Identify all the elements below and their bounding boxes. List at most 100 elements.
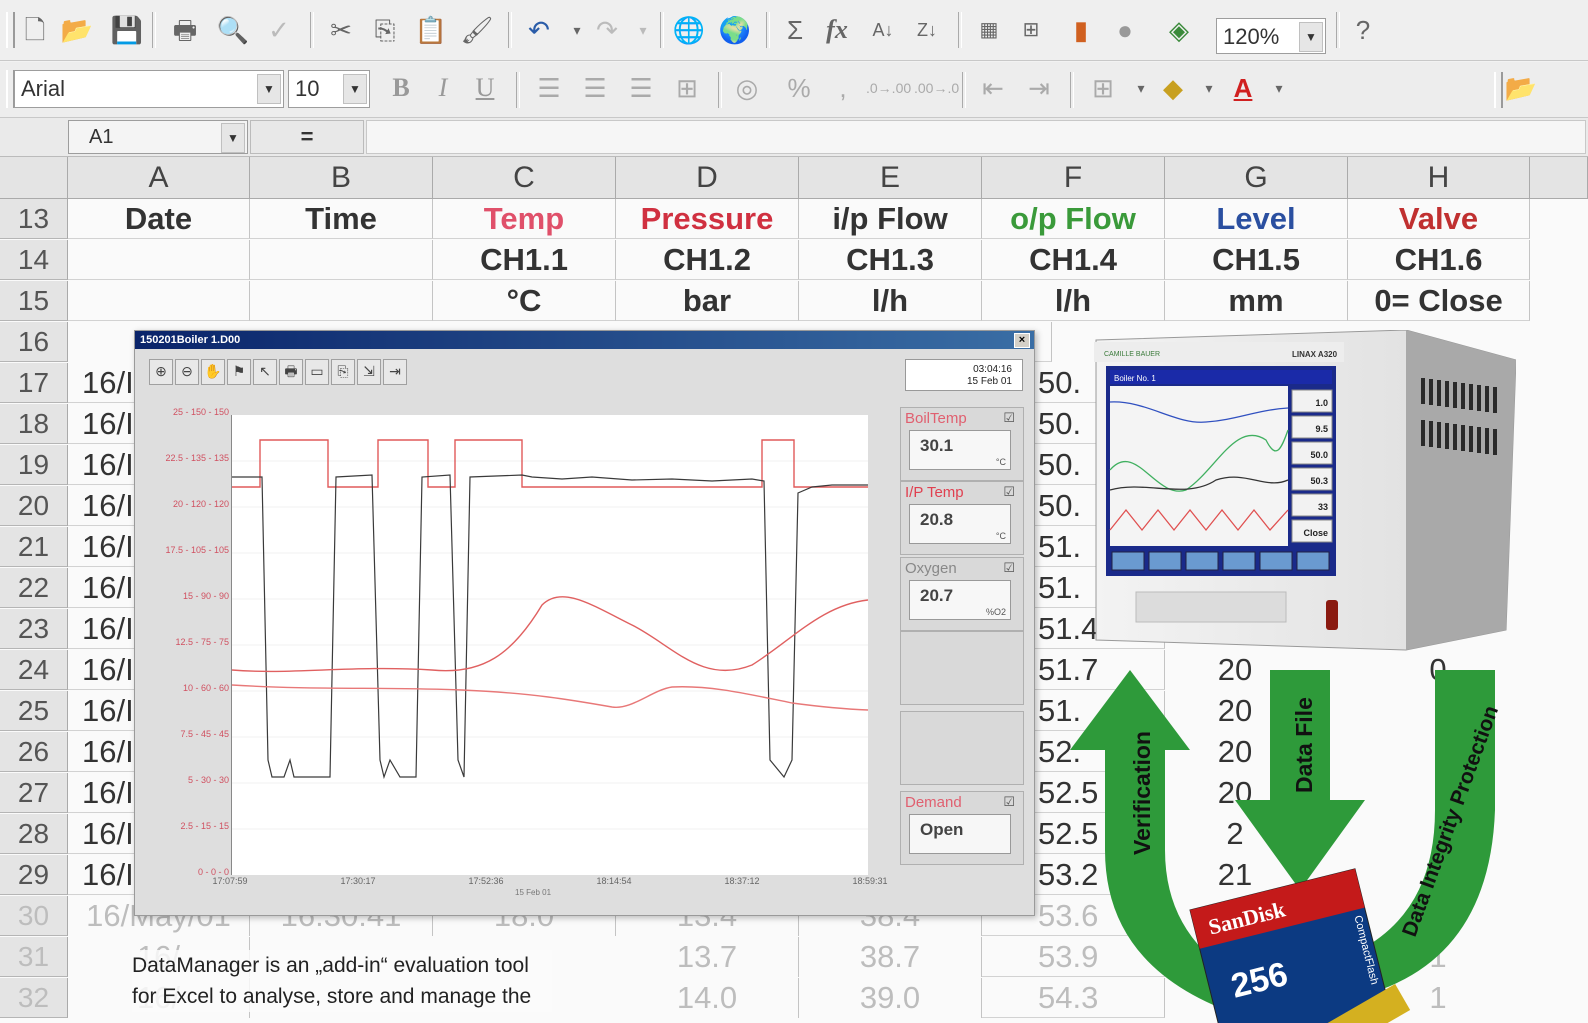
align-right-icon[interactable]: ☰ <box>624 72 658 104</box>
row-header[interactable]: 14 <box>0 240 68 280</box>
date-cell[interactable]: 16/I <box>68 650 138 690</box>
column-header-b[interactable]: B <box>250 157 433 199</box>
date-cell[interactable]: 16/I <box>68 363 138 403</box>
print-preview-icon[interactable]: 🔍 <box>216 14 250 46</box>
help-icon[interactable]: ? <box>1346 14 1380 46</box>
zoom-out-icon[interactable]: ⊖ <box>175 359 199 385</box>
trend-plot-area[interactable] <box>231 415 869 875</box>
device-card-slot[interactable] <box>1135 591 1287 623</box>
sort-ascending-icon[interactable]: A↓ <box>866 14 900 46</box>
formula-input[interactable] <box>366 120 1586 154</box>
cut-icon[interactable]: ✂ <box>324 14 358 46</box>
toolbar-grip[interactable] <box>6 12 15 48</box>
zoom-in-icon[interactable]: ⊕ <box>149 359 173 385</box>
device-softkey[interactable] <box>1222 551 1256 571</box>
header-cell[interactable]: Time <box>250 199 433 239</box>
row-header[interactable]: 13 <box>0 199 68 239</box>
close-icon[interactable]: × <box>1014 333 1030 348</box>
row-header[interactable]: 19 <box>0 445 68 485</box>
column-header-g[interactable]: G <box>1165 157 1348 199</box>
date-cell[interactable]: 16/I <box>68 691 138 731</box>
row-header[interactable]: 30 <box>0 896 68 936</box>
row-header[interactable]: 27 <box>0 773 68 813</box>
decrease-indent-icon[interactable]: ⇤ <box>976 72 1010 104</box>
column-header-a[interactable]: A <box>68 157 250 199</box>
header-cell[interactable] <box>250 240 433 280</box>
map-icon[interactable]: ⊞ <box>1014 14 1048 46</box>
print-icon[interactable]: 🖶 <box>168 14 202 46</box>
date-cell[interactable]: 16/I <box>68 527 138 567</box>
checkbox-icon[interactable]: ☑ <box>1003 560 1015 576</box>
header-cell[interactable]: l/h <box>799 281 982 321</box>
redo-dropdown-icon[interactable]: ▾ <box>626 14 660 46</box>
chevron-down-icon[interactable]: ▼ <box>343 74 367 104</box>
copy-icon[interactable]: ⎘ <box>331 359 355 385</box>
device-softkey[interactable] <box>1259 551 1293 571</box>
pointer-icon[interactable]: ↖ <box>253 359 277 385</box>
channel-iptemp-panel[interactable]: I/P Temp ☑ 20.8 °C <box>900 481 1024 555</box>
channel-demand-panel[interactable]: Demand ☑ Open <box>900 791 1024 865</box>
datamanager-titlebar[interactable]: 150201Boiler 1.D00 × <box>135 331 1034 349</box>
device-softkey[interactable] <box>1111 551 1145 571</box>
autosum-icon[interactable]: Σ <box>778 14 812 46</box>
italic-button[interactable]: I <box>426 72 460 104</box>
data-cell[interactable]: 39.0 <box>799 978 982 1018</box>
percent-button[interactable]: % <box>782 72 816 104</box>
font-name-select[interactable]: Arial ▼ <box>14 70 284 108</box>
column-header-c[interactable]: C <box>433 157 616 199</box>
date-cell[interactable]: 16/I <box>68 445 138 485</box>
date-cell[interactable]: 16/I <box>68 404 138 444</box>
function-icon[interactable]: fx <box>820 14 854 46</box>
row-header[interactable]: 32 <box>0 978 68 1018</box>
decrease-decimal-icon[interactable]: .00→.0 <box>914 72 959 104</box>
header-cell[interactable]: CH1.5 <box>1165 240 1348 280</box>
fill-color-dropdown-icon[interactable]: ▾ <box>1192 72 1226 104</box>
row-header[interactable]: 20 <box>0 486 68 526</box>
open-icon[interactable]: 📂 <box>60 14 94 46</box>
office-assistant-icon[interactable]: ● <box>1108 14 1142 46</box>
currency-icon[interactable]: ◎ <box>730 72 764 104</box>
chevron-down-icon[interactable]: ▼ <box>1299 22 1323 52</box>
copy-icon[interactable]: ⎘ <box>368 14 402 46</box>
channel-oxygen-panel[interactable]: Oxygen ☑ 20.7 %O2 <box>900 557 1024 631</box>
row-header[interactable]: 26 <box>0 732 68 772</box>
name-box[interactable]: A1 ▼ <box>68 120 248 154</box>
zoom-select[interactable]: 120% ▼ <box>1216 18 1326 54</box>
row-header[interactable]: 16 <box>0 322 68 362</box>
center-icon[interactable]: ☰ <box>578 72 612 104</box>
header-cell[interactable]: °C <box>433 281 616 321</box>
date-cell[interactable]: 16/I <box>68 814 138 854</box>
date-cell[interactable]: 16/I <box>68 732 138 772</box>
device-softkey[interactable] <box>1148 551 1182 571</box>
row-header[interactable]: 23 <box>0 609 68 649</box>
comma-button[interactable]: , <box>826 72 860 104</box>
row-header[interactable]: 24 <box>0 650 68 690</box>
row-header[interactable]: 29 <box>0 855 68 895</box>
date-cell[interactable]: 16/I <box>68 568 138 608</box>
paste-icon[interactable]: 📋 <box>414 14 448 46</box>
row-header[interactable]: 31 <box>0 937 68 977</box>
header-cell[interactable]: CH1.3 <box>799 240 982 280</box>
header-cell[interactable]: CH1.4 <box>982 240 1165 280</box>
marker-icon[interactable]: ⚑ <box>227 359 251 385</box>
header-cell[interactable]: Temp <box>433 199 616 239</box>
column-header-empty[interactable] <box>1530 157 1588 199</box>
data-cell[interactable]: 13.7 <box>616 937 799 977</box>
chevron-down-icon[interactable]: ▼ <box>221 123 245 153</box>
row-header[interactable]: 28 <box>0 814 68 854</box>
header-cell[interactable]: i/p Flow <box>799 199 982 239</box>
underline-button[interactable]: U <box>468 72 502 104</box>
row-header[interactable]: 18 <box>0 404 68 444</box>
borders-dropdown-icon[interactable]: ▾ <box>1124 72 1158 104</box>
merge-center-icon[interactable]: ⊞ <box>670 72 704 104</box>
open-folder-icon[interactable]: 📂 <box>1504 72 1538 104</box>
channel-boiltemp-panel[interactable]: BoilTemp ☑ 30.1 °C <box>900 407 1024 481</box>
fill-color-icon[interactable]: ◆ <box>1156 72 1190 104</box>
new-icon[interactable]: 🗋 <box>18 14 52 46</box>
spelling-icon[interactable]: ✓ <box>262 14 296 46</box>
row-header[interactable]: 22 <box>0 568 68 608</box>
header-cell[interactable]: Pressure <box>616 199 799 239</box>
exit-icon[interactable]: ⇥ <box>383 359 407 385</box>
increase-indent-icon[interactable]: ⇥ <box>1022 72 1056 104</box>
toolbar-grip[interactable] <box>1494 72 1503 108</box>
